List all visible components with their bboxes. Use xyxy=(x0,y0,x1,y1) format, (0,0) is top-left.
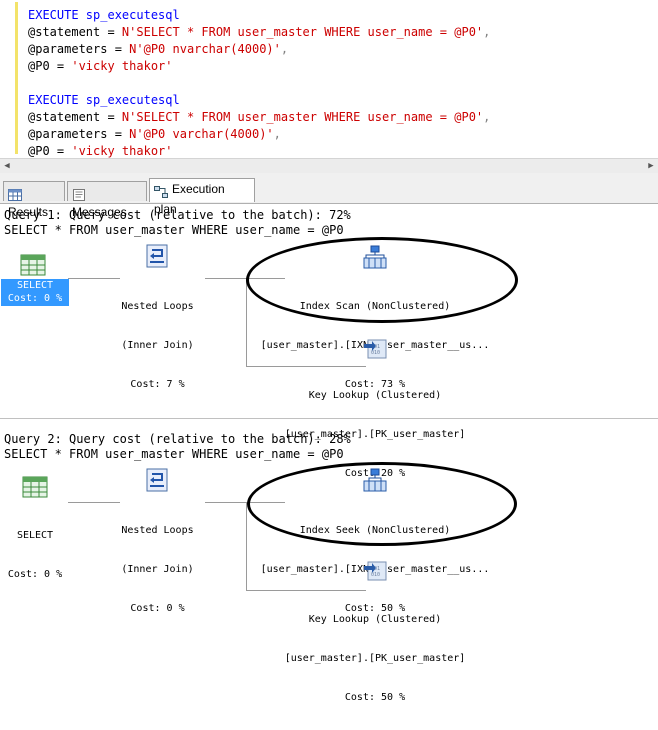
query2-sql: SELECT * FROM user_master WHERE user_nam… xyxy=(4,447,344,461)
code-line-1[interactable]: EXECUTE sp_executesql xyxy=(28,8,180,22)
highlight-ellipse xyxy=(246,237,518,323)
tab-execution-plan[interactable]: Execution plan xyxy=(149,178,255,216)
execution-plan-icon xyxy=(154,184,168,198)
code-line-2[interactable]: @statement = N'SELECT * FROM user_master… xyxy=(28,25,490,39)
query1-sql: SELECT * FROM user_master WHERE user_nam… xyxy=(4,223,344,237)
code-line-7[interactable]: @parameters = N'@P0 varchar(4000)', xyxy=(28,127,281,141)
change-marker xyxy=(15,2,18,154)
messages-icon xyxy=(72,187,86,201)
horizontal-scrollbar[interactable]: ◀ ▶ xyxy=(0,158,658,173)
nested-loops-operator[interactable]: Nested Loops (Inner Join) Cost: 7 % xyxy=(100,274,215,417)
connector-line xyxy=(246,278,247,366)
grid-icon xyxy=(8,187,22,201)
code-line-8[interactable]: @P0 = 'vicky thakor' xyxy=(28,144,173,158)
query-divider xyxy=(0,418,658,419)
highlight-ellipse xyxy=(247,462,517,546)
key-lookup-operator[interactable]: Key Lookup (Clustered) [user_master].[PK… xyxy=(260,587,490,730)
code-line-5[interactable]: EXECUTE sp_executesql xyxy=(28,93,180,107)
svg-text:010: 010 xyxy=(371,350,380,356)
query2-header: Query 2: Query cost (relative to the bat… xyxy=(4,432,351,446)
scroll-left-icon[interactable]: ◀ xyxy=(0,159,14,173)
select-operator[interactable]: SELECT Cost: 0 % xyxy=(1,503,69,607)
key-lookup-icon[interactable]: 101 010 xyxy=(364,558,388,586)
tab-messages[interactable]: Messages xyxy=(67,181,147,219)
select-operator-selected[interactable]: SELECT Cost: 0 % xyxy=(1,279,69,306)
nested-loops-operator[interactable]: Nested Loops (Inner Join) Cost: 0 % xyxy=(100,498,215,641)
select-icon[interactable] xyxy=(20,254,46,280)
editor-gutter xyxy=(0,0,14,158)
code-line-6[interactable]: @statement = N'SELECT * FROM user_master… xyxy=(28,110,490,124)
svg-text:010: 010 xyxy=(371,572,380,578)
connector-line xyxy=(246,502,247,590)
results-tab-strip: Results Messages Execution plan xyxy=(0,173,658,219)
code-line-3[interactable]: @parameters = N'@P0 nvarchar(4000)', xyxy=(28,42,288,56)
tab-results[interactable]: Results xyxy=(3,181,65,219)
scroll-right-icon[interactable]: ▶ xyxy=(644,159,658,173)
nested-loops-icon[interactable] xyxy=(146,468,168,496)
nested-loops-icon[interactable] xyxy=(146,244,168,272)
key-lookup-icon[interactable]: 101 010 xyxy=(364,336,388,364)
code-line-4[interactable]: @P0 = 'vicky thakor' xyxy=(28,59,173,73)
sql-editor[interactable]: EXECUTE sp_executesql @statement = N'SEL… xyxy=(0,0,658,158)
select-icon[interactable] xyxy=(22,476,48,502)
query1-header: Query 1: Query cost (relative to the bat… xyxy=(4,208,351,222)
